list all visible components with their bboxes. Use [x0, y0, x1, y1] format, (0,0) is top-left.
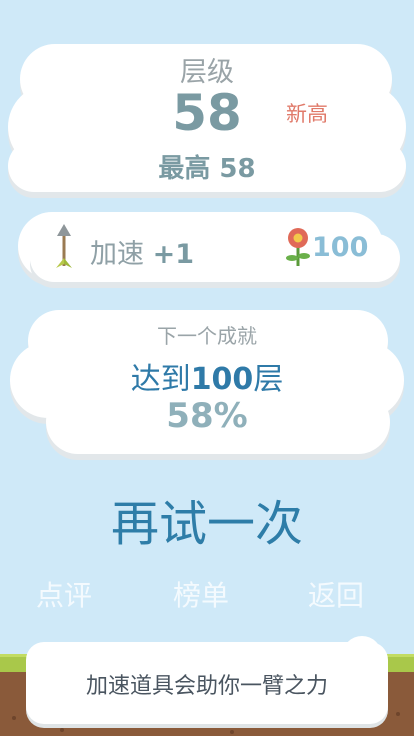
achievement-goal-number: 100	[190, 362, 254, 397]
achievement-goal-suffix: 层	[253, 362, 284, 397]
tip-text: 加速道具会助你一臂之力	[85, 674, 328, 699]
speed-item: 加速 +1	[90, 232, 194, 271]
leaderboard-button[interactable]: 榜单	[173, 574, 229, 614]
achievement-title: 下一个成就	[157, 324, 257, 348]
review-button[interactable]: 点评	[36, 574, 92, 614]
achievement-goal: 达到100层	[0, 354, 414, 398]
flower-count: 100	[312, 232, 369, 263]
speed-item-name: 加速	[90, 239, 144, 270]
flower-icon	[286, 228, 310, 266]
new-high-badge: 新高	[286, 102, 328, 126]
arrow-icon	[56, 224, 72, 268]
retry-button[interactable]: 再试一次	[0, 484, 414, 554]
back-button[interactable]: 返回	[308, 574, 364, 614]
level-card: 层级 58 新高 最高 58	[0, 40, 414, 200]
achievement-card: 下一个成就 达到100层 58%	[0, 306, 414, 466]
speed-item-bonus: +1	[152, 239, 195, 270]
bonus-card: 加速 +1 100	[0, 212, 414, 292]
best-level: 最高 58	[158, 154, 256, 184]
achievement-goal-prefix: 达到	[130, 362, 191, 397]
achievement-progress: 58%	[166, 396, 248, 436]
level-value: 58	[172, 84, 242, 142]
